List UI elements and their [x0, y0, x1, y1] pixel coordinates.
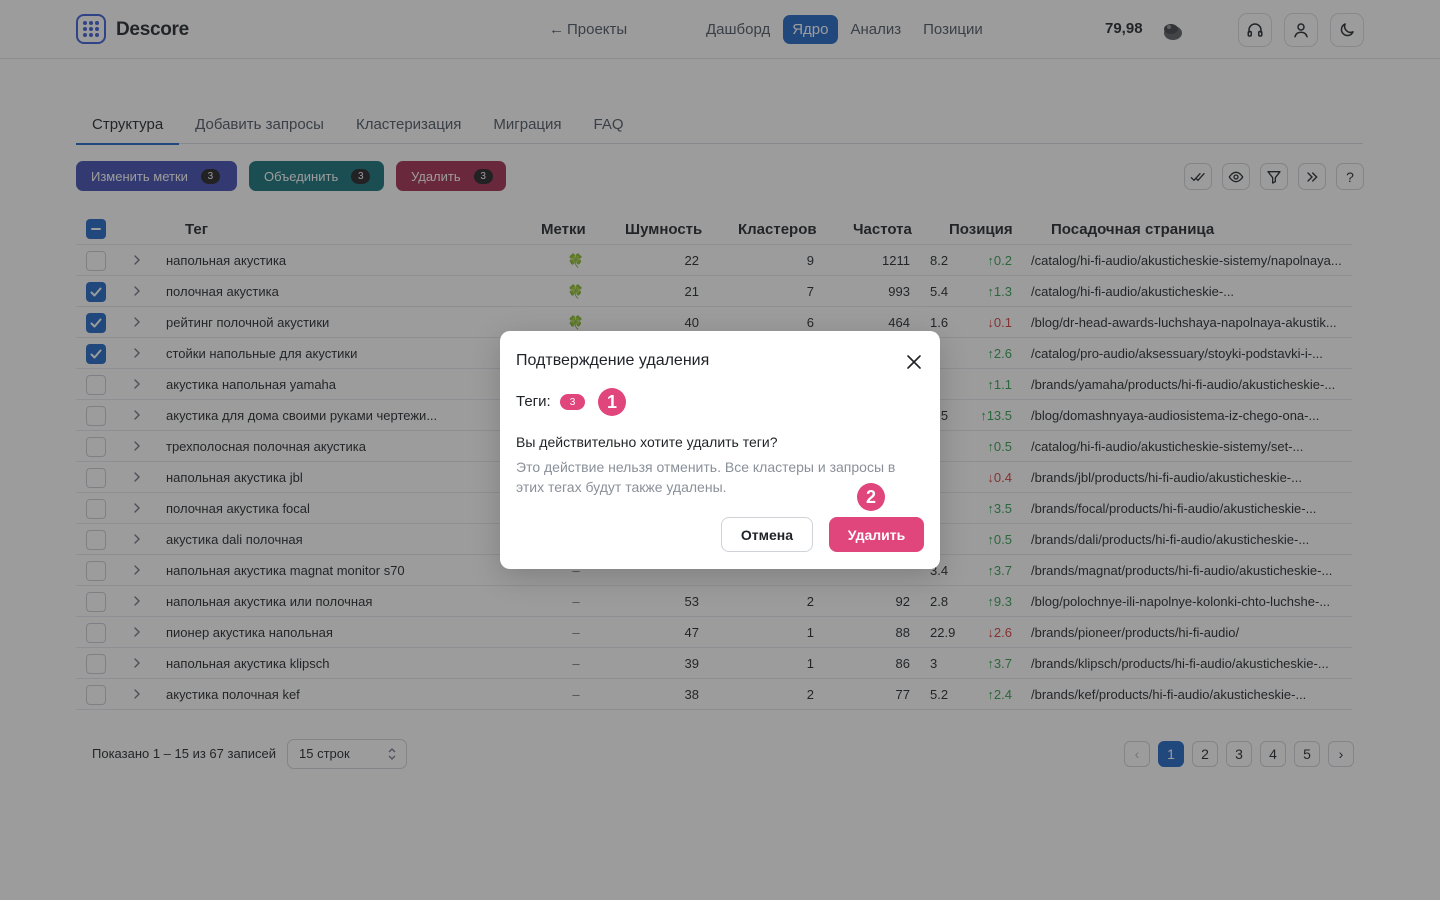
tags-label: Теги:: [516, 393, 551, 410]
dialog-question: Вы действительно хотите удалить теги?: [516, 434, 778, 450]
step-marker-2: 2: [857, 483, 885, 511]
close-icon[interactable]: [906, 354, 922, 370]
dialog-title: Подтверждение удаления: [516, 352, 710, 369]
step-marker-1: 1: [598, 388, 626, 416]
delete-confirm-dialog: Подтверждение удаления Теги: 3 1 Вы дейс…: [500, 331, 940, 569]
confirm-delete-button[interactable]: Удалить: [829, 517, 924, 552]
cancel-button[interactable]: Отмена: [721, 517, 813, 552]
tags-count-badge: 3: [560, 394, 585, 410]
